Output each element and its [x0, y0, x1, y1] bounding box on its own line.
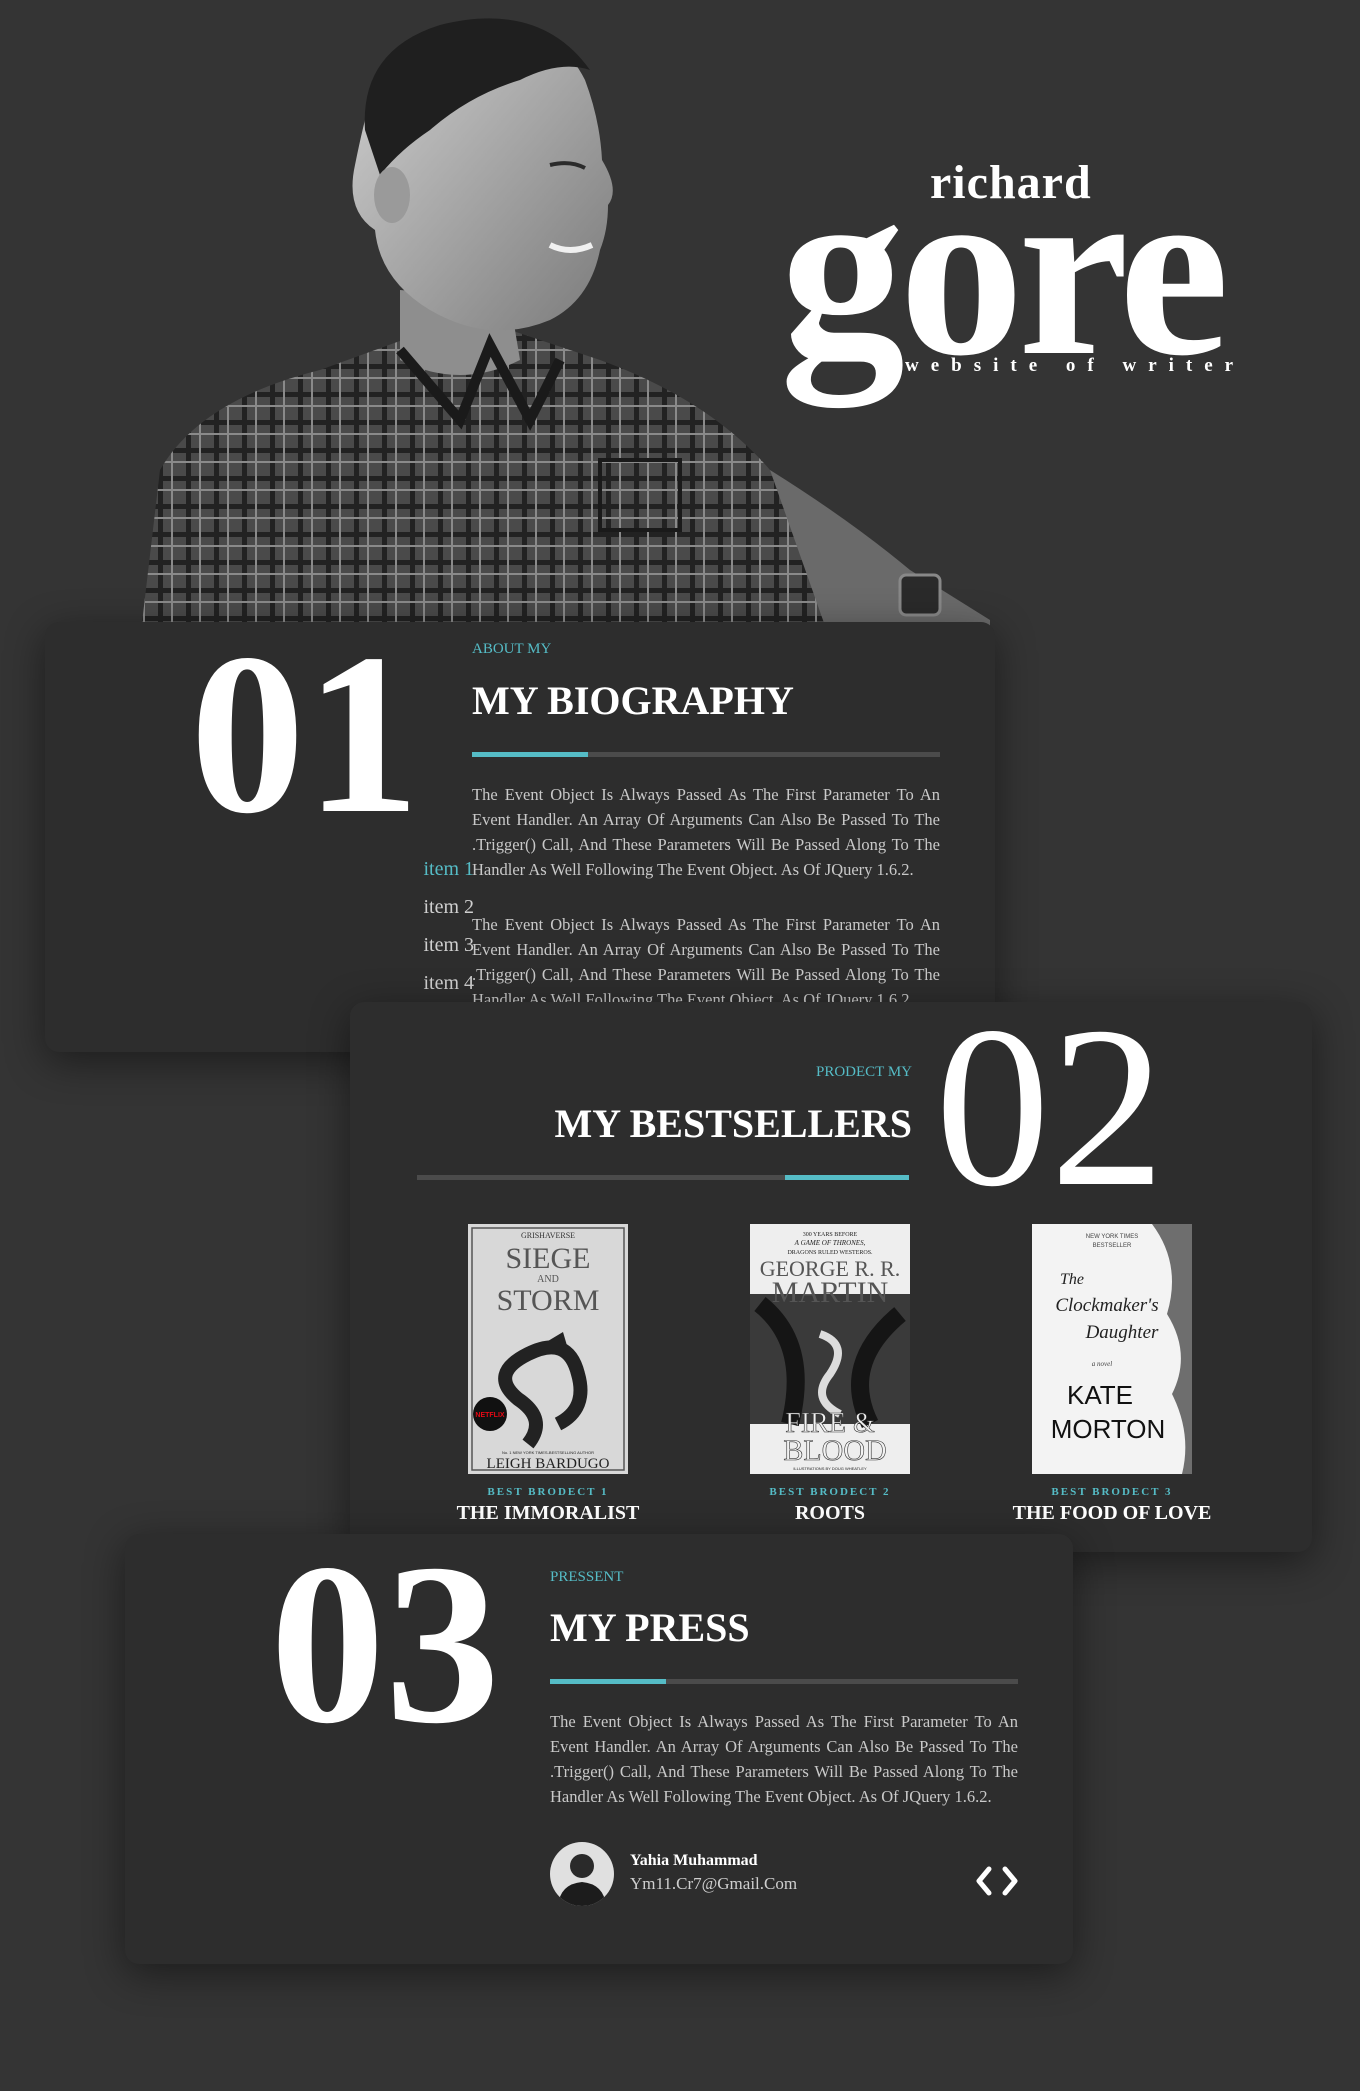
- biography-paragraph-1: The Event Object Is Always Passed As The…: [472, 785, 940, 879]
- book-3-top-2: BESTSELLER: [1093, 1243, 1132, 1249]
- chevron-left-icon[interactable]: [973, 1861, 995, 1901]
- hero-section: richard gore website of writer: [0, 0, 1360, 640]
- book-2-credit: ILLUSTRATIONS BY DOUG WHEATLEY: [793, 1466, 867, 1471]
- book-cover-2: 300 YEARS BEFORE A GAME OF THRONES, DRAG…: [750, 1224, 910, 1474]
- book-kicker: BEST BRODECT 1: [487, 1486, 609, 1498]
- chevron-right-icon[interactable]: [999, 1861, 1021, 1901]
- book-1-title-line-3: STORM: [497, 1284, 600, 1317]
- brand-block: richard gore website of writer: [770, 145, 1250, 405]
- section-eyebrow: PRODECT MY: [816, 1064, 912, 1080]
- book-3-title-1: The: [1060, 1271, 1084, 1288]
- menu-item-4[interactable]: item 4: [354, 964, 474, 1002]
- title-underline: [472, 752, 940, 757]
- section-eyebrow: PRESSENT: [550, 1569, 624, 1585]
- biography-paragraph-2: The Event Object Is Always Passed As The…: [472, 915, 940, 1009]
- menu-item-2[interactable]: item 2: [354, 888, 474, 926]
- book-1-series: GRISHAVERSE: [521, 1231, 575, 1240]
- author-block: Yahia Muhammad Ym11.Cr7@Gmail.Com: [550, 1842, 1030, 1912]
- title-underline: [550, 1679, 1018, 1684]
- book-3-author-2: MORTON: [1051, 1414, 1166, 1444]
- book-title[interactable]: THE FOOD OF LOVE: [952, 1502, 1272, 1525]
- section-number: 01: [190, 606, 420, 861]
- book-card-3[interactable]: NEW YORK TIMES BESTSELLER The Clockmaker…: [952, 1224, 1272, 1525]
- book-2-top-1: 300 YEARS BEFORE: [803, 1232, 858, 1238]
- book-3-author-1: KATE: [1067, 1380, 1133, 1410]
- book-2-author-2: MARTIN: [772, 1276, 889, 1309]
- book-1-blurb: No. 1 NEW YORK TIMES-BESTSELLING AUTHOR: [502, 1450, 594, 1455]
- press-card: 03 PRESSENT MY PRESS The Event Object Is…: [125, 1529, 1073, 1964]
- book-cover-3: NEW YORK TIMES BESTSELLER The Clockmaker…: [1032, 1224, 1192, 1474]
- author-email[interactable]: Ym11.Cr7@Gmail.Com: [630, 1874, 797, 1894]
- book-card-2[interactable]: 300 YEARS BEFORE A GAME OF THRONES, DRAG…: [670, 1224, 990, 1525]
- title-underline: [417, 1175, 909, 1180]
- book-2-top-2: A GAME OF THRONES,: [794, 1239, 866, 1247]
- book-kicker: BEST BRODECT 2: [769, 1486, 891, 1498]
- book-1-badge: NETFLIX: [475, 1412, 504, 1419]
- section-title: MY BIOGRAPHY: [472, 678, 794, 723]
- book-3-title-3: Daughter: [1085, 1322, 1159, 1343]
- menu-item-1[interactable]: item 1: [354, 850, 474, 888]
- book-cover-1: NETFLIX GRISHAVERSE SIEGE AND STORM No. …: [468, 1224, 628, 1474]
- book-1-author: LEIGH BARDUGO: [487, 1456, 610, 1472]
- biography-card: 01 item 1 item 2 item 3 item 4 ABOUT MY …: [45, 606, 995, 1052]
- book-3-top-1: NEW YORK TIMES: [1086, 1234, 1138, 1240]
- book-card-1[interactable]: NETFLIX GRISHAVERSE SIEGE AND STORM No. …: [388, 1224, 708, 1525]
- section-number: 02: [935, 979, 1165, 1234]
- biography-menu: item 1 item 2 item 3 item 4: [354, 850, 474, 1002]
- book-title[interactable]: ROOTS: [670, 1502, 990, 1525]
- menu-item-3[interactable]: item 3: [354, 926, 474, 964]
- book-3-title-2: Clockmaker's: [1055, 1295, 1158, 1316]
- brand-tagline: website of writer: [905, 355, 1246, 376]
- book-kicker: BEST BRODECT 3: [1051, 1486, 1173, 1498]
- book-3-subtitle: a novel: [1092, 1360, 1112, 1368]
- section-number: 03: [270, 1516, 500, 1771]
- section-eyebrow: ABOUT MY: [472, 641, 552, 657]
- section-title: MY BESTSELLERS: [554, 1101, 912, 1146]
- book-1-title-line-1: SIEGE: [506, 1242, 591, 1275]
- book-2-title-2: BLOOD: [783, 1434, 886, 1467]
- bestsellers-card: 02 PRODECT MY MY BESTSELLERS NETFLIX GRI…: [350, 992, 1312, 1552]
- press-paragraph: The Event Object Is Always Passed As The…: [550, 1712, 1018, 1806]
- section-title: MY PRESS: [550, 1605, 750, 1650]
- press-pagination: [973, 1861, 1028, 1901]
- author-name: Yahia Muhammad: [630, 1852, 758, 1869]
- author-avatar-icon: [550, 1842, 614, 1906]
